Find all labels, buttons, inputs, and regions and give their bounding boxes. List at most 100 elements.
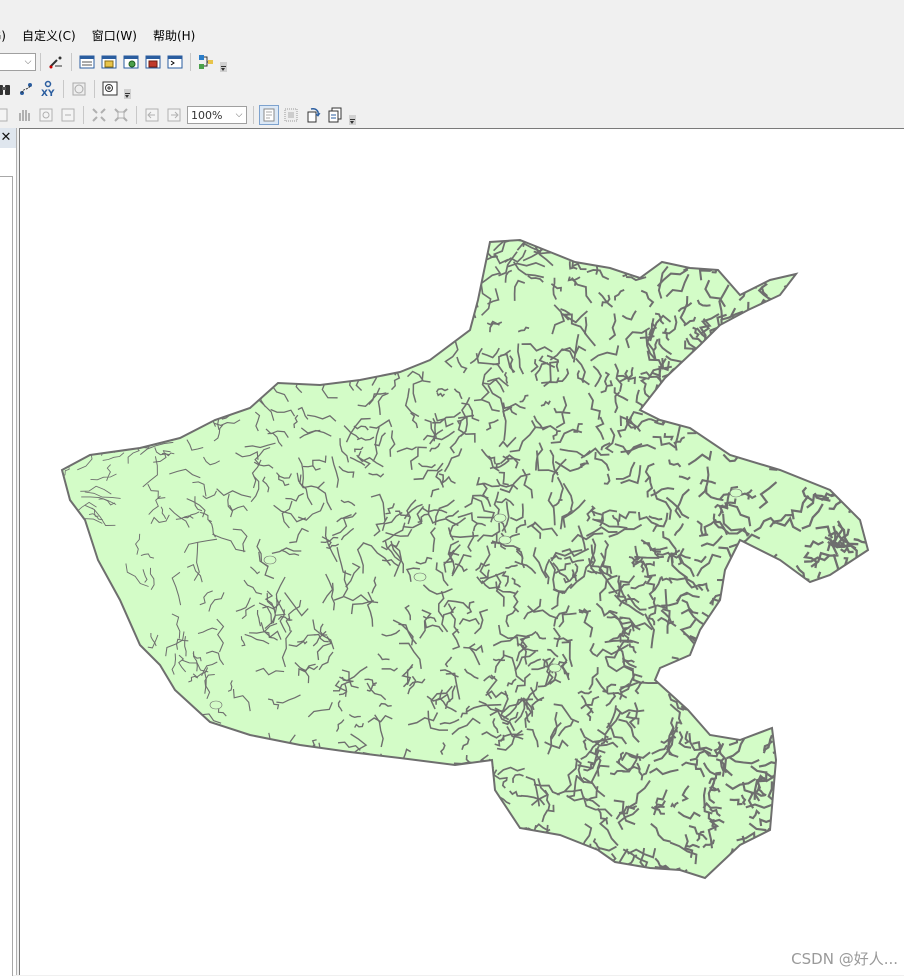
zoom-whole-page-button[interactable] bbox=[36, 105, 56, 125]
boundary-line bbox=[123, 391, 161, 405]
boundary-line bbox=[310, 307, 332, 327]
boundary-line bbox=[327, 813, 344, 826]
boundary-line bbox=[113, 762, 124, 773]
menu-item-partial[interactable]: G) bbox=[0, 25, 14, 47]
table-of-contents-button[interactable] bbox=[77, 52, 97, 72]
boundary-line bbox=[392, 779, 400, 790]
toolbar-options-grip[interactable] bbox=[348, 105, 357, 125]
menu-item-window[interactable]: 窗口(W) bbox=[84, 25, 145, 47]
boundary-line bbox=[97, 717, 114, 725]
boundary-line bbox=[89, 897, 97, 929]
boundary-line bbox=[862, 870, 868, 878]
toggle-draft-mode-button[interactable] bbox=[259, 105, 279, 125]
boundary-line bbox=[394, 309, 414, 329]
boundary-line bbox=[195, 375, 209, 386]
boundary-line bbox=[787, 643, 809, 665]
boundary-line bbox=[782, 295, 800, 301]
open-area-patch bbox=[729, 488, 743, 498]
go-back-extent-button[interactable] bbox=[142, 105, 162, 125]
boundary-line bbox=[574, 893, 585, 896]
boundary-line bbox=[439, 807, 452, 822]
arrow-left-icon bbox=[145, 108, 159, 122]
boundary-line bbox=[62, 850, 79, 862]
boundary-line bbox=[716, 690, 730, 697]
boundary-line bbox=[830, 676, 857, 687]
editor-toolbar-button[interactable] bbox=[46, 52, 66, 72]
boundary-line bbox=[847, 786, 860, 796]
boundary-line bbox=[97, 308, 116, 324]
boundary-line bbox=[191, 384, 213, 393]
boundary-line bbox=[346, 786, 359, 790]
zoom-percent-combo[interactable]: 100% ⌵ bbox=[187, 106, 247, 124]
boundary-line bbox=[216, 889, 228, 904]
boundary-line bbox=[471, 874, 478, 878]
boundary-line bbox=[292, 846, 313, 861]
boundary-line bbox=[848, 662, 858, 675]
menu-item-help[interactable]: 帮助(H) bbox=[145, 25, 203, 47]
layout-zoom-in-button[interactable] bbox=[0, 105, 12, 125]
modelbuilder-button[interactable] bbox=[196, 52, 216, 72]
fixed-zoom-in-button[interactable] bbox=[89, 105, 109, 125]
boundary-line bbox=[152, 273, 175, 283]
map-scale-combo[interactable]: ⌵ bbox=[0, 53, 36, 71]
boundary-line bbox=[225, 248, 247, 261]
boundary-line bbox=[806, 341, 826, 355]
boundary-line bbox=[109, 619, 122, 624]
find-route-button[interactable] bbox=[16, 79, 36, 99]
focus-data-frame-button[interactable] bbox=[281, 105, 301, 125]
toolbar-dropdown-icon bbox=[220, 62, 227, 72]
boundary-line bbox=[152, 839, 178, 858]
boundary-line bbox=[456, 766, 476, 777]
boundary-line bbox=[433, 850, 449, 874]
table-of-contents-content[interactable] bbox=[0, 176, 13, 976]
boundary-line bbox=[813, 740, 837, 765]
magnifier-window-button[interactable] bbox=[100, 79, 120, 99]
boundary-line bbox=[863, 684, 868, 698]
boundary-line bbox=[712, 366, 738, 395]
find-button[interactable] bbox=[0, 79, 14, 99]
toolbar-options-grip[interactable] bbox=[219, 52, 228, 72]
draft-mode-icon bbox=[263, 108, 275, 122]
zoom-100-button[interactable] bbox=[58, 105, 78, 125]
search-window-button[interactable] bbox=[121, 52, 141, 72]
boundary-line bbox=[843, 876, 855, 878]
boundary-line bbox=[697, 674, 718, 686]
catalog-button[interactable] bbox=[99, 52, 119, 72]
boundary-line bbox=[127, 682, 134, 701]
close-icon[interactable]: ✕ bbox=[0, 130, 12, 146]
go-forward-extent-button[interactable] bbox=[164, 105, 184, 125]
boundary-line bbox=[838, 607, 852, 638]
toolbar-options-grip[interactable] bbox=[123, 79, 132, 99]
data-driven-pages-button[interactable] bbox=[325, 105, 345, 125]
layout-pan-button[interactable] bbox=[14, 105, 34, 125]
boundary-line bbox=[76, 856, 87, 872]
map-canvas[interactable] bbox=[20, 129, 904, 976]
zoom-whole-page-icon bbox=[39, 108, 53, 122]
boundary-line bbox=[737, 260, 761, 276]
go-to-xy-button[interactable]: XY bbox=[38, 79, 58, 99]
time-slider-button[interactable] bbox=[69, 79, 89, 99]
boundary-line bbox=[531, 856, 542, 866]
menu-item-customize[interactable]: 自定义(C) bbox=[14, 25, 84, 47]
boundary-line bbox=[820, 853, 835, 861]
map-display[interactable] bbox=[19, 128, 904, 975]
boundary-line bbox=[708, 412, 730, 437]
boundary-line bbox=[517, 844, 530, 853]
python-window-button[interactable] bbox=[165, 52, 185, 72]
open-area-patch bbox=[263, 555, 277, 565]
boundary-line bbox=[791, 772, 816, 791]
boundary-line bbox=[803, 669, 817, 690]
boundary-line bbox=[284, 805, 303, 821]
boundary-line bbox=[737, 413, 765, 427]
boundary-line bbox=[806, 611, 816, 623]
open-area-patch bbox=[493, 513, 507, 523]
boundary-line bbox=[256, 343, 269, 373]
boundary-line bbox=[38, 257, 61, 261]
boundary-line bbox=[826, 345, 834, 366]
boundary-line bbox=[831, 629, 866, 647]
fixed-zoom-out-button[interactable] bbox=[111, 105, 131, 125]
boundary-line bbox=[802, 426, 818, 457]
change-layout-button[interactable] bbox=[303, 105, 323, 125]
boundary-line bbox=[860, 309, 868, 339]
arctoolbox-button[interactable] bbox=[143, 52, 163, 72]
